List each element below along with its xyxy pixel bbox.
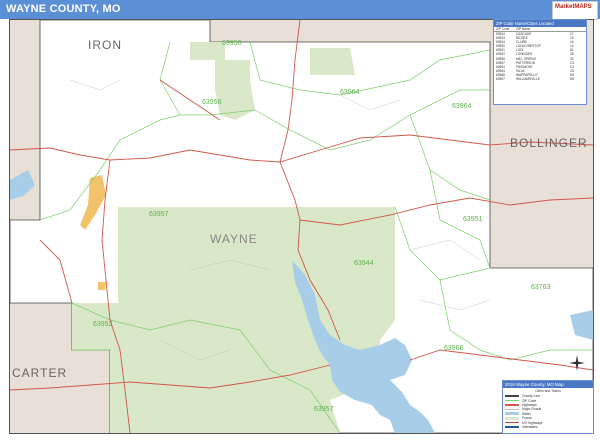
legend-swatch [505,395,519,397]
zip-code-table: ZIP Code Name/Cities Located ZIP Code ZI… [493,19,587,105]
zip-table-col: ZIP Code [496,27,510,31]
legend-swatch [505,399,519,402]
legend-swatch [505,426,519,428]
legend-swatch [505,421,519,424]
zip-label: 63957 [149,211,169,218]
label-neighbor-iron: IRON [88,38,122,52]
legend-label: US Highways [522,420,543,425]
name-cell: WILLIAMSVILLE [516,77,540,82]
legend-title: 2016 Wayne County, MO Map [503,381,593,388]
legend-label: Interstates [522,424,538,429]
logo-text: MarketMAPS [555,4,592,10]
grid-cell: D6 [570,77,575,82]
zip-table-title: ZIP Code Name/Cities Located [494,20,586,27]
label-neighbor-carter: CARTER [12,366,68,380]
zip-label: 63763 [531,284,551,291]
legend-swatch [505,408,519,411]
zip-label: 63964 [340,89,360,96]
legend-item: Interstates [503,425,593,429]
forest-area-top [190,42,225,60]
forest-area-northeast [310,48,355,75]
legend-label: Highways [522,402,537,407]
zip-label: 63966 [444,345,464,352]
zip-label: 63957 [314,406,334,413]
legend-swatch [505,404,519,406]
legend-label: Water [522,411,531,416]
label-county-wayne: WAYNE [210,232,258,246]
zip-label: 63944 [354,260,374,267]
legend-label: Major Roads [522,407,542,412]
legend-label: Forest [522,416,532,421]
zip-label: 63952 [93,321,113,328]
label-neighbor-bollinger: BOLLINGER [510,136,588,150]
zip-table-col: ZIP Name [516,27,531,31]
zip-cell: 63967 [496,77,505,82]
map-legend: 2016 Wayne County, MO Map Cities and Tow… [502,380,594,434]
legend-label: County Line [522,394,541,399]
zip-table-col [570,27,582,31]
zip-label: 63956 [202,99,222,106]
zip-label: 63950 [222,40,242,47]
town-small [98,282,106,290]
legend-swatch [505,412,519,416]
page: WAYNE COUNTY, MO MarketMAPS WAYNE IRON B… [0,0,600,442]
table-row: 63967 WILLIAMSVILLE D6 [494,77,586,81]
legend-swatch [505,416,519,420]
zip-label: 63951 [463,216,483,223]
title-bar: WAYNE COUNTY, MO MarketMAPS [0,0,600,20]
legend-label: ZIP Code [522,398,537,403]
compass-icon [569,355,585,371]
zip-label: 63964 [452,103,472,110]
marketmaps-logo[interactable]: MarketMAPS [552,1,598,20]
map-title: WAYNE COUNTY, MO [6,3,121,15]
